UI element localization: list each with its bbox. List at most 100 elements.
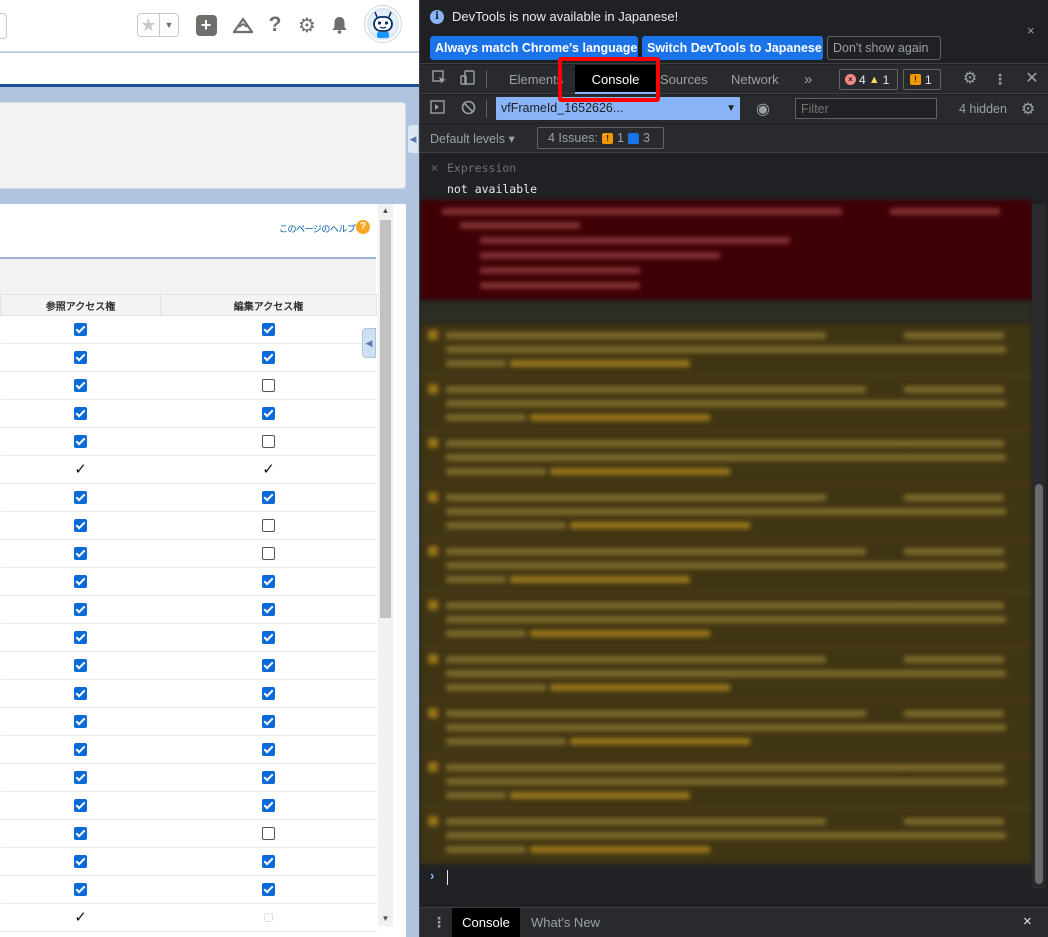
- checkbox-checked[interactable]: [262, 798, 275, 812]
- checkbox-checked[interactable]: [262, 686, 275, 700]
- default-levels-dropdown[interactable]: Default levels ▾: [430, 131, 515, 146]
- help-icon[interactable]: ?: [262, 12, 288, 38]
- close-devtools-icon[interactable]: ✕: [1023, 70, 1041, 88]
- gear-icon[interactable]: ⚙: [294, 12, 320, 38]
- checkbox-checked[interactable]: [74, 686, 87, 700]
- clear-console-icon[interactable]: [459, 100, 477, 118]
- sidebar-toggle-icon[interactable]: [428, 100, 446, 118]
- drawer-menu-icon[interactable]: ⋮: [432, 914, 446, 931]
- checkbox-unchecked[interactable]: [262, 826, 275, 840]
- checkbox-unchecked[interactable]: [262, 378, 275, 392]
- avatar[interactable]: [365, 6, 401, 42]
- checkbox-checked[interactable]: [262, 658, 275, 672]
- scroll-down-arrow-icon[interactable]: ▼: [378, 912, 393, 926]
- page-scrollbar[interactable]: ▲ ▼: [378, 204, 393, 926]
- search-box-edge[interactable]: [0, 13, 7, 39]
- bell-icon[interactable]: [326, 12, 352, 38]
- issues-counter[interactable]: ! 1: [903, 69, 941, 90]
- checkbox-checked[interactable]: [262, 882, 275, 896]
- close-drawer-icon[interactable]: ×: [1023, 913, 1032, 930]
- tab-sources[interactable]: Sources: [660, 65, 708, 94]
- infobar-close-icon[interactable]: ×: [1027, 23, 1035, 38]
- checkbox-checked[interactable]: [74, 630, 87, 644]
- checkbox-checked[interactable]: [74, 518, 87, 532]
- checkbox-checked[interactable]: [74, 490, 87, 504]
- checkbox-checked[interactable]: [74, 378, 87, 392]
- checkbox-checked[interactable]: [262, 770, 275, 784]
- checkbox-checked[interactable]: [74, 602, 87, 616]
- checkbox-checked[interactable]: [74, 854, 87, 868]
- table-row: [0, 875, 377, 904]
- help-badge-icon[interactable]: ?: [356, 220, 370, 234]
- checkbox-checked[interactable]: [74, 406, 87, 420]
- scrollbar-thumb[interactable]: [1035, 484, 1043, 884]
- read-access-cell: [0, 763, 161, 792]
- inspect-element-icon[interactable]: [430, 70, 448, 88]
- settings-gear-icon[interactable]: ⚙: [961, 70, 979, 88]
- console-input-caret[interactable]: [447, 870, 448, 885]
- javascript-context-select[interactable]: vfFrameId_1652626... ▼: [496, 97, 740, 120]
- table-row: [0, 847, 377, 876]
- tab-console[interactable]: Console: [575, 65, 656, 94]
- checkbox-checked[interactable]: [74, 574, 87, 588]
- checkbox-checked[interactable]: [74, 434, 87, 448]
- live-expression-eye-icon[interactable]: ◉: [756, 99, 770, 119]
- remove-expression-icon[interactable]: ✕: [430, 162, 439, 175]
- errors-warnings-counter[interactable]: × 4 ▲ 1: [839, 69, 898, 90]
- device-toolbar-icon[interactable]: [458, 70, 476, 88]
- tab-network[interactable]: Network: [731, 65, 779, 94]
- checkbox-checked[interactable]: [74, 714, 87, 728]
- checkbox-checked[interactable]: [262, 322, 275, 336]
- checkbox-checked[interactable]: [262, 854, 275, 868]
- checkbox-checked[interactable]: [262, 742, 275, 756]
- checkbox-checked[interactable]: [262, 602, 275, 616]
- trailhead-icon[interactable]: [230, 12, 256, 38]
- checkbox-unchecked[interactable]: [262, 546, 275, 560]
- checkbox-checked[interactable]: [262, 350, 275, 364]
- scroll-up-arrow-icon[interactable]: ▲: [378, 204, 393, 218]
- checkbox-checked[interactable]: [262, 574, 275, 588]
- dont-show-again-button[interactable]: Don't show again: [827, 36, 941, 60]
- checkmark-icon: ✓: [74, 460, 87, 478]
- checkbox-checked[interactable]: [74, 546, 87, 560]
- console-settings-gear-icon[interactable]: ⚙: [1021, 99, 1035, 119]
- checkbox-checked[interactable]: [74, 798, 87, 812]
- checkbox-checked[interactable]: [74, 770, 87, 784]
- issues-button[interactable]: 4 Issues: ! 1 3: [537, 127, 664, 149]
- drawer-tab-console[interactable]: Console: [452, 908, 520, 937]
- favorites-group[interactable]: ★ ▼: [137, 13, 179, 37]
- more-tabs-icon[interactable]: »: [804, 65, 812, 94]
- switch-to-japanese-button[interactable]: Switch DevTools to Japanese: [642, 36, 823, 60]
- scrollbar-thumb[interactable]: [380, 220, 391, 618]
- expand-panel-handle[interactable]: ◀: [362, 328, 376, 358]
- checkbox-checked[interactable]: [262, 490, 275, 504]
- collapse-sidebar-handle[interactable]: ◀: [407, 124, 419, 154]
- astro-avatar-icon: [369, 10, 397, 38]
- checkbox-checked[interactable]: [74, 742, 87, 756]
- warning-icon: [428, 654, 438, 664]
- global-actions-button[interactable]: +: [193, 12, 219, 38]
- checkbox-checked[interactable]: [74, 658, 87, 672]
- console-output[interactable]: ✕ Expression not available ›: [420, 154, 1048, 906]
- read-access-cell: [0, 539, 161, 568]
- checkbox-unchecked[interactable]: [262, 434, 275, 448]
- checkbox-checked[interactable]: [74, 322, 87, 336]
- always-match-language-button[interactable]: Always match Chrome's language: [430, 36, 638, 60]
- filter-input[interactable]: [795, 98, 937, 119]
- console-scrollbar[interactable]: [1032, 204, 1046, 888]
- checkbox-checked[interactable]: [74, 882, 87, 896]
- checkbox-checked[interactable]: [262, 406, 275, 420]
- help-for-this-page-link[interactable]: このページのヘルプ: [279, 222, 356, 235]
- checkbox-checked[interactable]: [262, 630, 275, 644]
- kebab-menu-icon[interactable]: ⋮: [991, 70, 1009, 88]
- drawer-tab-whats-new[interactable]: What's New: [531, 908, 600, 937]
- table-row: [0, 539, 377, 568]
- chevron-down-icon[interactable]: ▼: [160, 14, 178, 36]
- checkbox-checked[interactable]: [74, 826, 87, 840]
- checkbox-checked[interactable]: [74, 350, 87, 364]
- checkbox-unchecked[interactable]: [262, 518, 275, 532]
- blurred-text-line: [446, 602, 906, 609]
- star-icon[interactable]: ★: [138, 14, 160, 36]
- tab-elements[interactable]: Elements: [509, 65, 563, 94]
- checkbox-checked[interactable]: [262, 714, 275, 728]
